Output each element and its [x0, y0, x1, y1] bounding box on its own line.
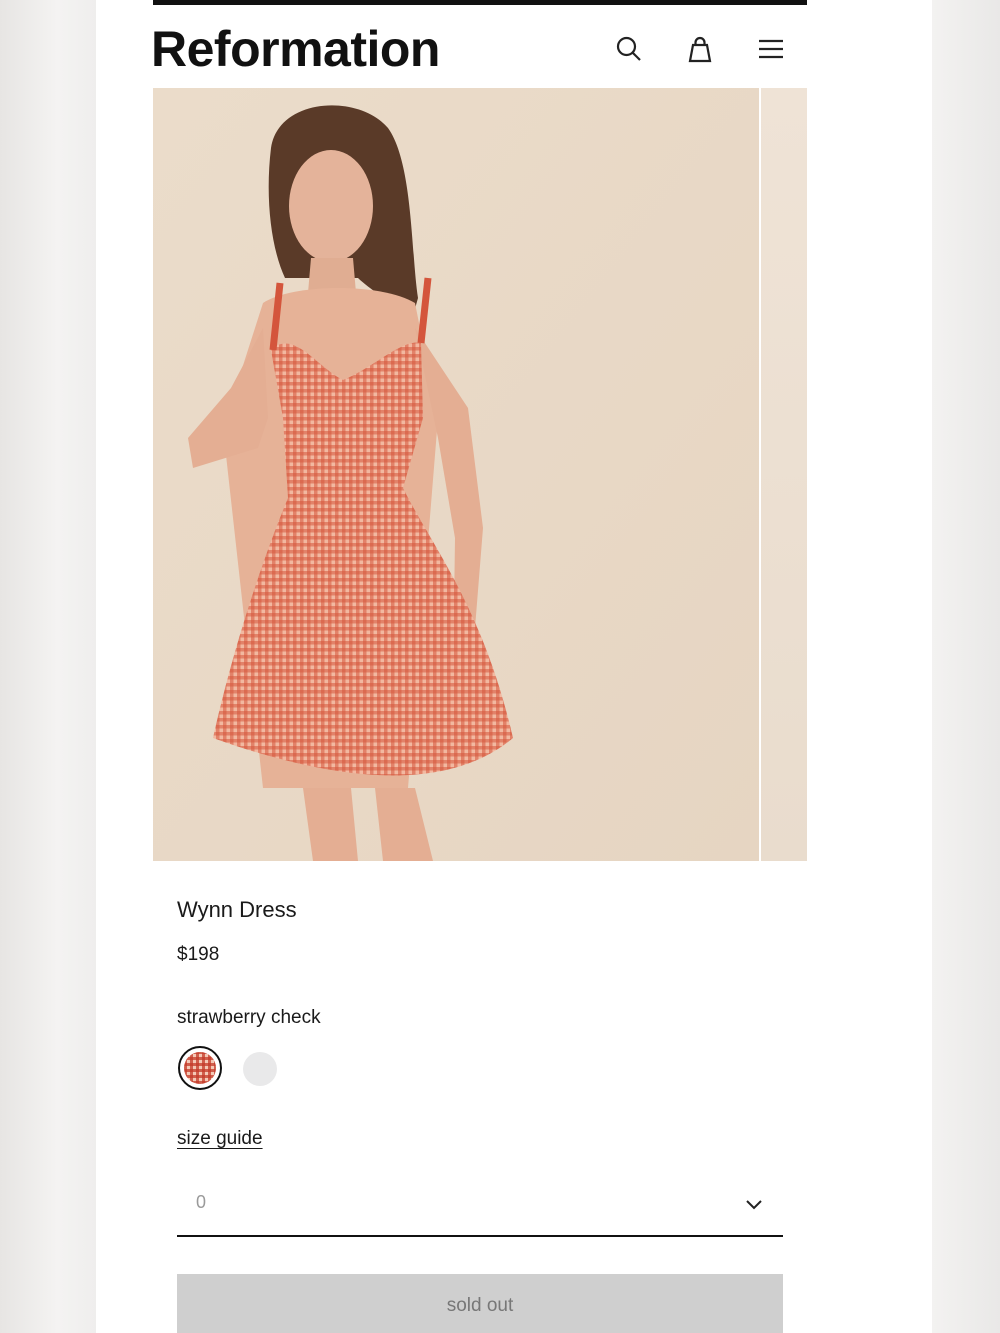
color-swatch-alternate[interactable] [243, 1052, 277, 1086]
product-price: $198 [177, 944, 220, 965]
shopping-bag-icon [688, 36, 712, 63]
next-product-photo[interactable] [761, 88, 807, 861]
top-divider [153, 0, 807, 5]
selected-color-label: strawberry check [177, 1007, 321, 1028]
brand-logo[interactable]: Reformation [151, 18, 440, 80]
background-blur-right [932, 0, 1000, 1333]
menu-button[interactable] [752, 30, 790, 68]
product-photo [153, 88, 759, 861]
background-blur-left [0, 0, 96, 1333]
product-image-gallery[interactable] [153, 88, 807, 861]
sold-out-button[interactable]: sold out [177, 1274, 783, 1333]
hamburger-menu-icon [759, 39, 783, 59]
chevron-down-icon [746, 1200, 762, 1210]
size-selected-value: 0 [196, 1192, 207, 1212]
product-name: Wynn Dress [177, 897, 297, 922]
cart-button[interactable] [681, 30, 719, 68]
product-page: Reformation Wynn Dress $198 strawberry c… [96, 0, 932, 1333]
search-icon [616, 36, 641, 61]
color-swatch-strawberry-check[interactable] [178, 1046, 222, 1090]
size-guide-link[interactable]: size guide [177, 1128, 263, 1150]
swatch-pattern [184, 1052, 216, 1084]
search-button[interactable] [610, 30, 648, 68]
size-dropdown[interactable]: 0 [177, 1175, 783, 1237]
